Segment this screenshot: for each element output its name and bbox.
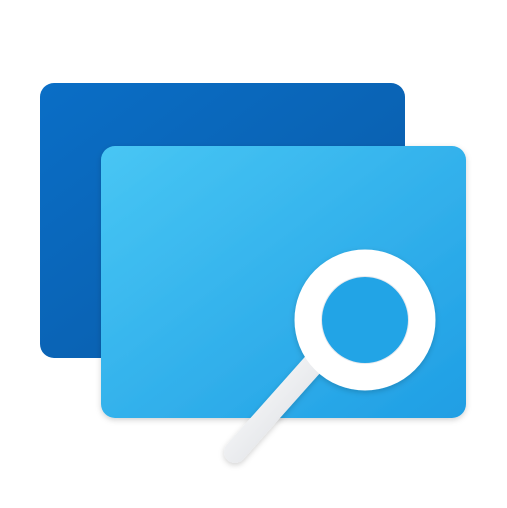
app-icon bbox=[40, 83, 466, 463]
app-icon-canvas bbox=[0, 0, 507, 508]
magnifier-ring bbox=[294, 249, 436, 391]
